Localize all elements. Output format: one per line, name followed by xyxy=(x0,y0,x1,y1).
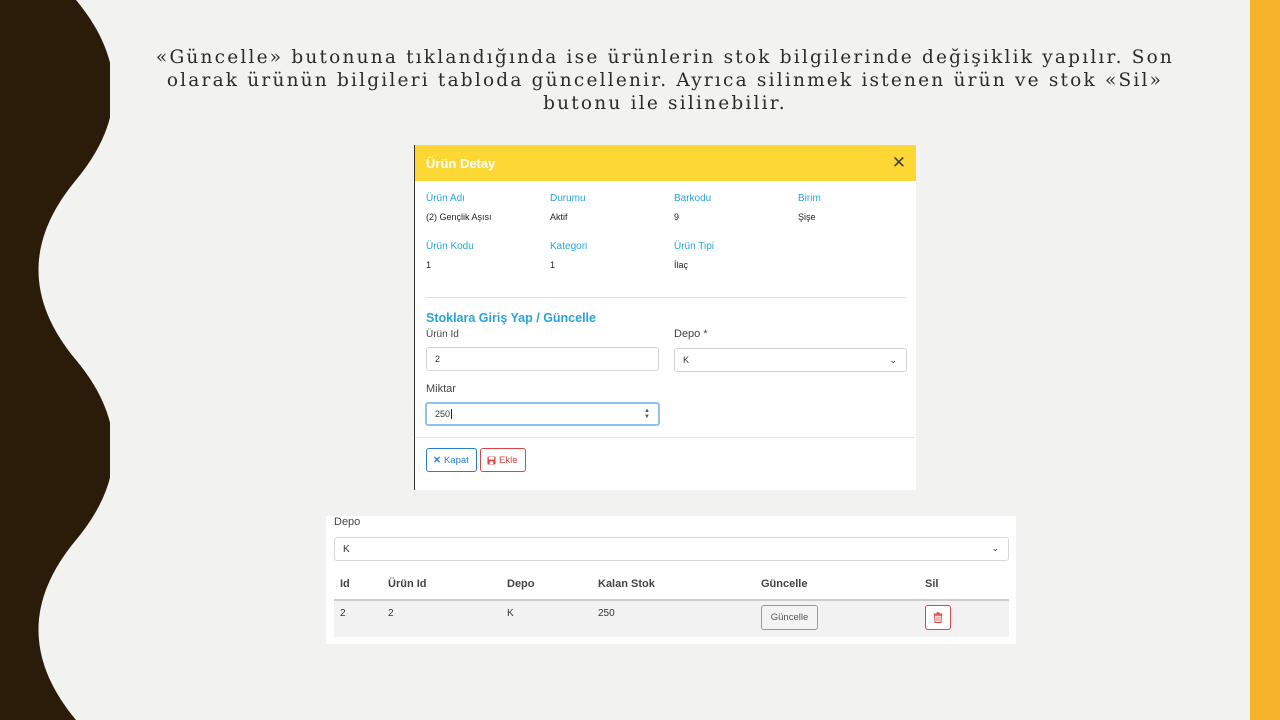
kapat-button[interactable]: ✕ Kapat xyxy=(426,448,477,472)
modal-header: Ürün Detay ✕ xyxy=(415,145,916,181)
detail-label: Barkodu xyxy=(674,193,712,204)
detail-urun-tipi: Ürün Tipi İlaç xyxy=(674,241,794,270)
right-accent-band xyxy=(1250,0,1280,720)
detail-label: Birim xyxy=(798,193,821,204)
close-icon: ✕ xyxy=(433,454,441,466)
detail-value: Aktif xyxy=(550,212,568,222)
column-header-sil: Sil xyxy=(925,578,939,590)
chevron-down-icon: ⌄ xyxy=(889,355,897,365)
miktar-value: 250 xyxy=(435,409,451,419)
cell-depo: K xyxy=(507,608,514,619)
table-row xyxy=(334,601,1009,637)
divider xyxy=(426,297,906,298)
ekle-label: Ekle xyxy=(499,454,518,466)
urun-id-input[interactable]: 2 xyxy=(426,347,659,371)
ekle-button[interactable]: Ekle xyxy=(480,448,526,472)
column-header-guncelle: Güncelle xyxy=(761,578,808,590)
depo-filter-value: K xyxy=(343,543,350,555)
stock-section-title: Stoklara Giriş Yap / Güncelle xyxy=(426,311,596,325)
detail-birim: Birim Şişe xyxy=(798,193,918,222)
miktar-label: Miktar xyxy=(426,383,456,395)
miktar-input[interactable]: 250 ▲ ▼ xyxy=(425,402,660,426)
trash-icon xyxy=(933,612,943,623)
number-spinner-icon[interactable]: ▲ ▼ xyxy=(644,408,650,420)
depo-filter-select[interactable]: K ⌄ xyxy=(334,537,1009,561)
detail-value: 1 xyxy=(426,260,432,270)
modal-footer-divider xyxy=(415,437,915,438)
wavy-border-decoration xyxy=(0,0,110,720)
detail-label: Ürün Adı xyxy=(426,193,465,204)
column-header-id: Id xyxy=(340,578,350,590)
detail-value: 1 xyxy=(550,260,556,270)
detail-kategori: Kategori 1 xyxy=(550,241,670,270)
detail-durumu: Durumu Aktif xyxy=(550,193,670,222)
close-icon[interactable]: ✕ xyxy=(892,154,906,172)
depo-label: Depo * xyxy=(674,328,708,340)
depo-filter-label: Depo xyxy=(334,516,361,528)
detail-label: Ürün Kodu xyxy=(426,241,474,252)
column-header-urun-id: Ürün Id xyxy=(388,578,427,590)
text-caret xyxy=(451,409,453,419)
chevron-down-icon: ⌄ xyxy=(991,543,999,553)
detail-urun-adi: Ürün Adı (2) Gençlik Aşısı xyxy=(426,193,546,222)
detail-label: Kategori xyxy=(550,241,588,252)
cell-kalan-stok: 250 xyxy=(598,608,615,619)
column-header-kalan-stok: Kalan Stok xyxy=(598,578,655,590)
delete-button[interactable] xyxy=(925,605,951,630)
detail-label: Durumu xyxy=(550,193,586,204)
modal-title: Ürün Detay xyxy=(426,155,496,171)
urun-id-value: 2 xyxy=(435,354,441,364)
detail-value: İlaç xyxy=(674,260,689,270)
detail-urun-kodu: Ürün Kodu 1 xyxy=(426,241,546,270)
detail-label: Ürün Tipi xyxy=(674,241,715,252)
detail-barkodu: Barkodu 9 xyxy=(674,193,794,222)
stock-table-panel: Depo K ⌄ Id Ürün Id Depo Kalan Stok Günc… xyxy=(326,516,1016,644)
column-header-depo: Depo xyxy=(507,578,535,590)
detail-value: (2) Gençlik Aşısı xyxy=(426,212,492,222)
guncelle-button[interactable]: Güncelle xyxy=(761,605,818,630)
save-icon xyxy=(487,455,496,465)
depo-value: K xyxy=(683,355,690,365)
cell-urun-id: 2 xyxy=(388,608,394,619)
kapat-label: Kapat xyxy=(443,454,469,466)
detail-value: 9 xyxy=(674,212,680,222)
urun-id-label: Ürün Id xyxy=(426,329,459,340)
slide-description: «Güncelle» butonuna tıklandığında ise ür… xyxy=(155,47,1175,114)
depo-select[interactable]: K ⌄ xyxy=(674,348,907,372)
cell-id: 2 xyxy=(340,608,346,619)
detail-value: Şişe xyxy=(798,212,816,222)
product-detail-modal: Ürün Detay ✕ Ürün Adı (2) Gençlik Aşısı … xyxy=(414,145,916,490)
